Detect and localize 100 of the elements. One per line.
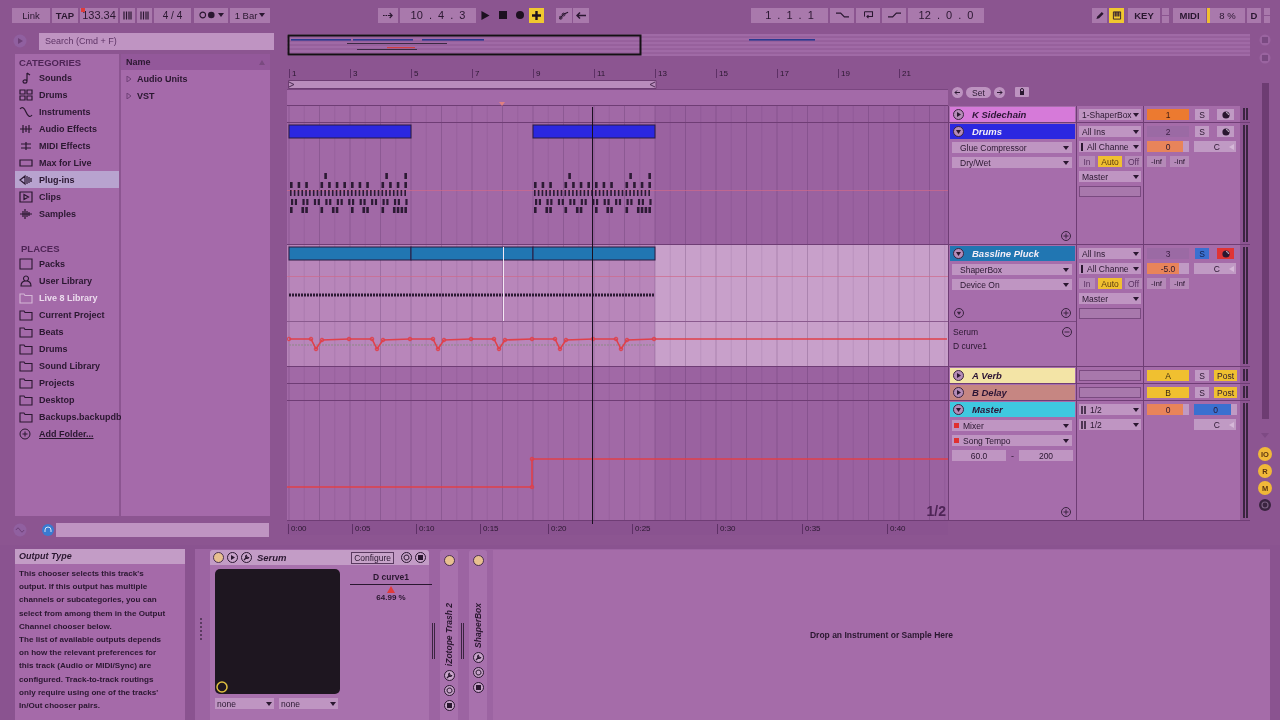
parameter-chooser[interactable]: Device On xyxy=(952,279,1072,290)
x-axis-chooser[interactable]: none xyxy=(215,698,274,709)
automation-line[interactable] xyxy=(287,190,948,191)
output-chooser[interactable]: Master xyxy=(1079,171,1141,182)
range-min-field[interactable]: 60.0 xyxy=(952,450,1006,461)
arrows-circle-icon[interactable] xyxy=(472,666,484,678)
routing-field[interactable] xyxy=(1079,308,1141,319)
place-item[interactable]: Packs xyxy=(15,255,119,272)
loop-button[interactable] xyxy=(856,7,880,23)
save-icon[interactable] xyxy=(443,700,455,712)
peak-reading[interactable]: -inf xyxy=(1147,278,1166,289)
pan-field[interactable]: C xyxy=(1194,419,1236,430)
monitor-button[interactable]: In xyxy=(1079,156,1095,167)
quantize-menu[interactable]: 1 Bar xyxy=(230,7,270,23)
arrows-circle-icon[interactable] xyxy=(443,685,455,697)
post-button[interactable]: Post xyxy=(1214,387,1237,398)
track-activator[interactable]: 2 xyxy=(1147,126,1189,137)
place-item[interactable]: Current Project xyxy=(15,306,119,323)
volume-slider[interactable]: -5.0 xyxy=(1147,263,1189,274)
input-type-chooser[interactable]: All Ins xyxy=(1079,126,1141,137)
monitor-button[interactable]: Auto xyxy=(1098,156,1122,167)
automation-line[interactable] xyxy=(287,336,948,352)
parameter-chooser[interactable]: Dry/Wet xyxy=(952,157,1072,168)
column-header[interactable]: Name xyxy=(121,54,270,70)
track-activator[interactable]: A xyxy=(1147,370,1189,381)
category-item[interactable]: Sounds xyxy=(15,69,119,86)
scrollbar[interactable] xyxy=(1262,83,1269,419)
folder-item[interactable]: Audio Units xyxy=(121,70,270,87)
place-item[interactable]: Desktop xyxy=(15,391,119,408)
category-item[interactable]: Samples xyxy=(15,205,119,222)
solo-button[interactable]: S xyxy=(1195,370,1209,381)
headphones-icon[interactable] xyxy=(42,524,54,536)
clip[interactable] xyxy=(532,246,656,261)
pan-field[interactable]: C xyxy=(1194,263,1236,274)
volume-slider[interactable]: 0 xyxy=(1147,141,1189,152)
lane-parameter[interactable]: D curve1 xyxy=(953,341,1072,351)
pan-field[interactable]: C xyxy=(1194,141,1236,152)
tempo-field[interactable]: 133.34 xyxy=(80,7,118,23)
tap-button[interactable]: TAP xyxy=(52,7,78,23)
grip-handle[interactable] xyxy=(200,618,204,640)
place-item[interactable]: User Library xyxy=(15,272,119,289)
overdub-button[interactable] xyxy=(529,7,544,23)
category-item[interactable]: Plug-ins xyxy=(15,171,119,188)
arrow-left-circle-icon[interactable] xyxy=(952,87,963,98)
place-item[interactable]: Backups.backupdb xyxy=(15,408,119,425)
output-chooser[interactable]: 1/2 xyxy=(1079,404,1141,415)
power-circle-icon[interactable] xyxy=(443,555,455,566)
place-item[interactable]: Projects xyxy=(15,374,119,391)
drop-zone[interactable]: Drop an Instrument or Sample Here xyxy=(493,550,1270,720)
volume-slider[interactable]: 0 xyxy=(1147,404,1189,415)
clip[interactable] xyxy=(288,246,412,261)
automation-arm-button[interactable] xyxy=(556,7,572,23)
plus-circle-icon[interactable] xyxy=(1061,308,1071,318)
track-activator[interactable]: 3 xyxy=(1147,248,1189,259)
clip[interactable] xyxy=(288,124,412,139)
triangle-down-circle-icon[interactable] xyxy=(954,308,964,318)
circle-icon[interactable] xyxy=(1259,499,1271,511)
parameter-chooser[interactable]: Song Tempo xyxy=(952,435,1072,446)
arm-button[interactable] xyxy=(1217,109,1234,120)
arrow-right-circle-icon[interactable] xyxy=(994,87,1005,98)
clip[interactable] xyxy=(410,246,534,261)
draw-mode-button[interactable] xyxy=(1092,7,1107,23)
punch-out-button[interactable] xyxy=(882,7,906,23)
nudge-button[interactable] xyxy=(137,7,152,23)
track-header[interactable]: Master xyxy=(950,402,1075,417)
song-position-field[interactable]: 10 . 4 . 3 xyxy=(400,7,476,23)
output-chooser[interactable]: Master xyxy=(1079,293,1141,304)
plus-circle-icon[interactable] xyxy=(1061,231,1071,241)
monitor-button[interactable]: Off xyxy=(1125,278,1142,289)
midi-map-button[interactable]: MIDI xyxy=(1173,7,1206,23)
routing-field[interactable] xyxy=(1079,387,1141,398)
configure-button[interactable]: Configure xyxy=(351,551,394,564)
track-activator[interactable]: B xyxy=(1147,387,1189,398)
monitor-button[interactable]: Auto xyxy=(1098,278,1122,289)
category-item[interactable]: Clips xyxy=(15,188,119,205)
overview-viewport[interactable] xyxy=(287,34,642,56)
place-item[interactable]: Sound Library xyxy=(15,357,119,374)
parameter-slider[interactable] xyxy=(350,584,432,593)
ring-icon[interactable] xyxy=(216,681,228,693)
solo-button[interactable]: S xyxy=(1195,248,1209,259)
arrows-circle-icon[interactable] xyxy=(401,552,412,563)
input-type-chooser[interactable]: All Ins xyxy=(1079,248,1141,259)
loop-start-field[interactable]: 1 . 1 . 1 xyxy=(751,7,828,23)
lane-device[interactable]: Serum xyxy=(953,327,979,337)
track-header[interactable]: Bassline Pluck xyxy=(950,246,1075,261)
save-icon[interactable] xyxy=(415,552,426,563)
wrench-icon[interactable] xyxy=(472,651,484,663)
plus-circle-icon[interactable] xyxy=(1061,507,1071,517)
metronome-button[interactable] xyxy=(194,7,228,23)
search-field[interactable]: Search (Cmd + F) xyxy=(39,32,274,50)
peak-reading[interactable]: -inf xyxy=(1147,156,1166,167)
follow-button[interactable] xyxy=(378,7,398,23)
routing-field[interactable] xyxy=(1079,186,1141,197)
output-chooser[interactable]: 1-ShaperBox xyxy=(1079,109,1141,120)
lock-icon[interactable] xyxy=(1015,87,1029,97)
track-header[interactable]: B Delay xyxy=(950,385,1075,400)
time-signature-field[interactable]: 4 / 4 xyxy=(154,7,191,23)
category-item[interactable]: Audio Effects xyxy=(15,120,119,137)
nudge-button[interactable] xyxy=(120,7,135,23)
computer-keyboard-button[interactable] xyxy=(1109,7,1124,23)
